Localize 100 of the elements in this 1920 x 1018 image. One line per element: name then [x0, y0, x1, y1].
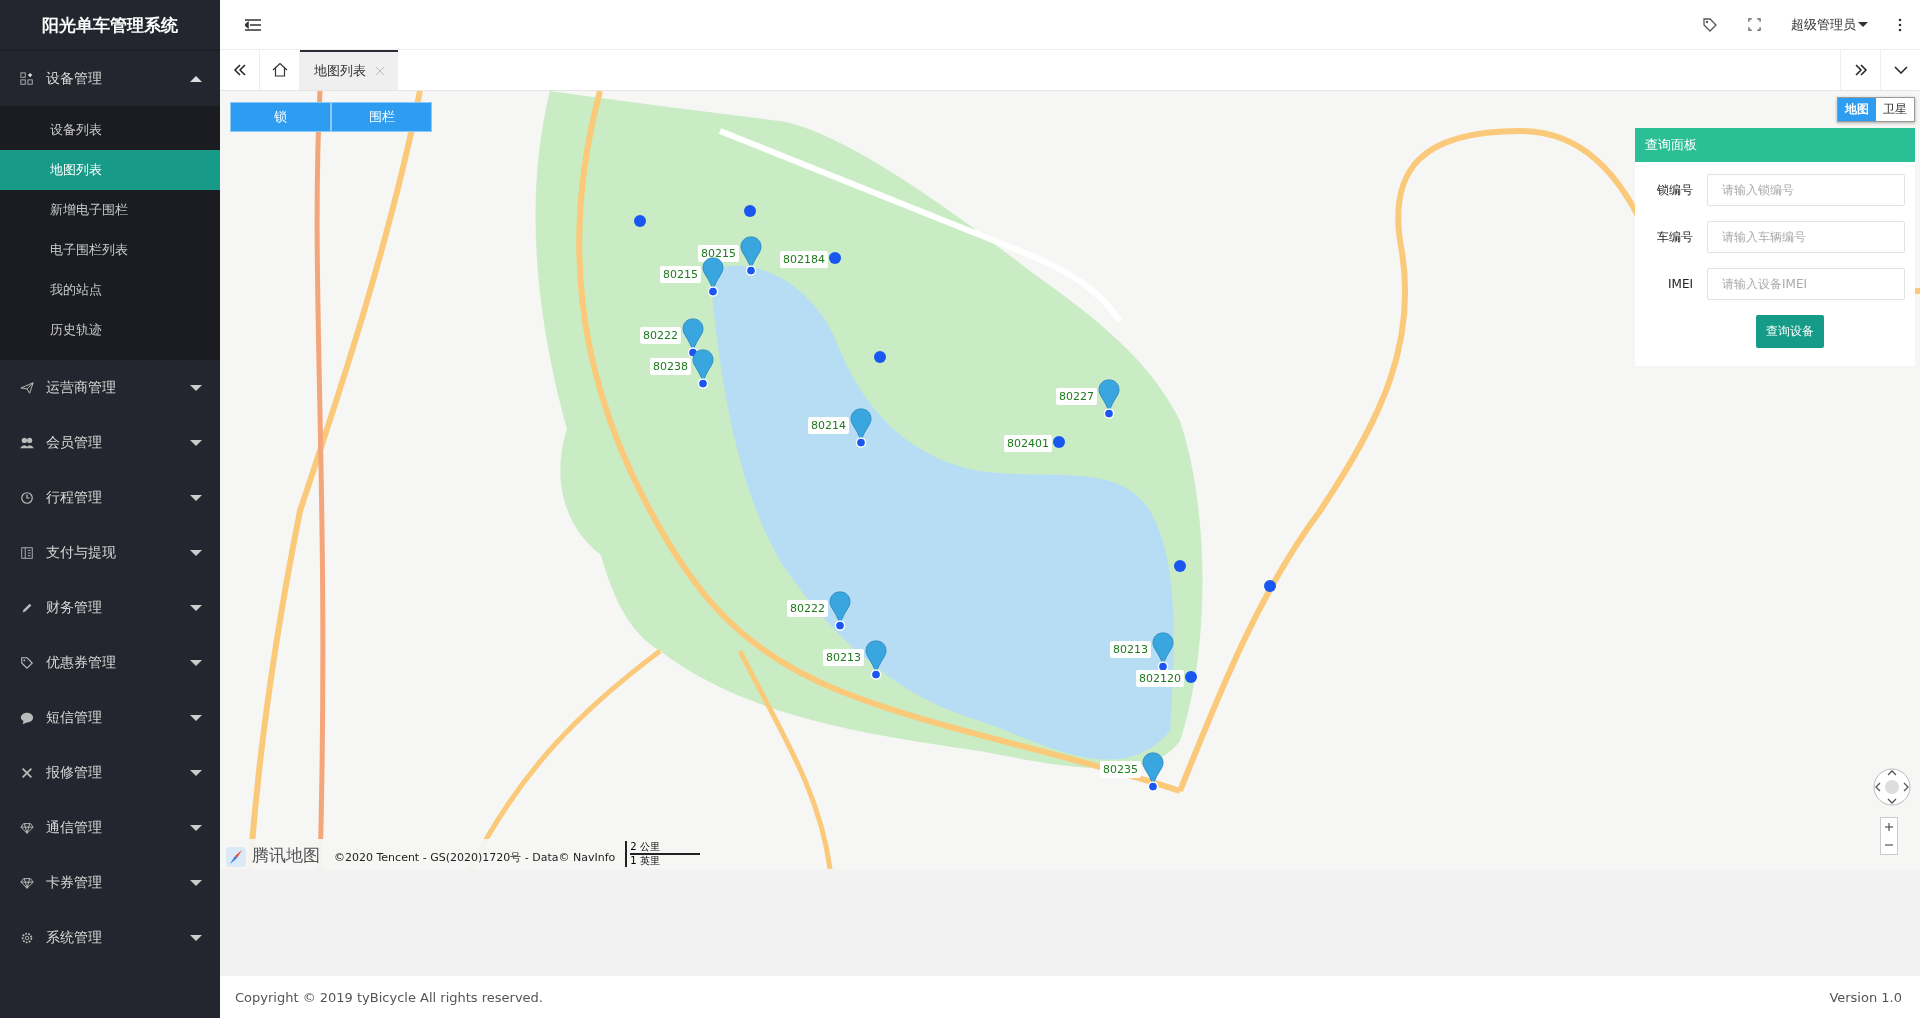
marker-label: 80235	[1100, 761, 1141, 778]
menu-icon[interactable]	[245, 18, 261, 31]
users-icon	[20, 435, 34, 450]
clock-icon	[20, 490, 34, 505]
map-pin-icon[interactable]	[1142, 752, 1164, 792]
compass-logo-icon	[226, 847, 246, 867]
caret-icon	[190, 439, 202, 446]
sidebar-group[interactable]: 短信管理	[0, 690, 220, 745]
sidebar-item[interactable]: 电子围栏列表	[0, 230, 220, 270]
map-type-option[interactable]: 卫星	[1876, 98, 1914, 121]
diamond-icon	[20, 875, 34, 890]
marker-label: 80213	[1110, 641, 1151, 658]
caret-icon	[1858, 22, 1868, 27]
caret-icon	[190, 769, 202, 776]
input-field[interactable]: 请输入车辆编号	[1707, 221, 1905, 253]
scale-label: 2 公里	[630, 841, 700, 855]
sidebar-group[interactable]: 会员管理	[0, 415, 220, 470]
map-pin-icon[interactable]	[829, 591, 851, 631]
location-dot-icon[interactable]	[1174, 560, 1186, 572]
map-pin-icon[interactable]	[1098, 379, 1120, 419]
diamond-icon	[20, 820, 34, 835]
sidebar-group[interactable]: 行程管理	[0, 470, 220, 525]
map-logo-text: 腾讯地图	[252, 844, 320, 867]
map-pin-icon[interactable]	[865, 640, 887, 680]
scale-label: 1 英里	[630, 855, 661, 867]
sidebar-group[interactable]: 卡券管理	[0, 855, 220, 910]
card-icon	[20, 545, 34, 560]
location-dot-icon[interactable]	[1053, 436, 1065, 448]
location-dot-icon[interactable]	[829, 252, 841, 264]
map-pin-icon[interactable]	[740, 236, 762, 276]
marker-label: 80227	[1056, 388, 1097, 405]
caret-icon	[190, 384, 202, 391]
marker-label: 80214	[808, 417, 849, 434]
paper-plane-icon	[20, 380, 34, 395]
home-icon	[271, 62, 288, 78]
page-tab[interactable]: 地图列表	[300, 50, 398, 90]
sidebar-group[interactable]: 优惠券管理	[0, 635, 220, 690]
caret-icon	[190, 714, 202, 721]
map-pin-icon[interactable]	[702, 257, 724, 297]
panel-title: 查询面板	[1635, 128, 1915, 162]
sidebar-group[interactable]: 设备管理	[0, 51, 220, 106]
sidebar-item[interactable]: 新增电子围栏	[0, 190, 220, 230]
sidebar-group[interactable]: 系统管理	[0, 910, 220, 965]
location-dot-icon[interactable]	[1264, 580, 1276, 592]
tag-icon	[20, 655, 34, 670]
field-label: 锁编号	[1656, 181, 1693, 199]
sidebar-group[interactable]: 财务管理	[0, 580, 220, 635]
caret-icon	[190, 934, 202, 941]
field-label: IMEI	[1667, 277, 1693, 291]
marker-label: 80222	[787, 600, 828, 617]
tag-icon[interactable]	[1702, 16, 1718, 33]
input-field[interactable]: 请输入锁编号	[1707, 174, 1905, 206]
gear-icon	[20, 930, 34, 945]
map-pin-icon[interactable]	[850, 408, 872, 448]
tab-label: 地图列表	[314, 62, 366, 80]
marker-label: 802120	[1136, 670, 1184, 687]
map-pin-icon[interactable]	[1152, 632, 1174, 672]
grid-icon	[20, 71, 34, 86]
sidebar-item[interactable]: 我的站点	[0, 270, 220, 310]
marker-label: 80238	[650, 358, 691, 375]
map-pin-icon[interactable]	[692, 349, 714, 389]
caret-icon	[190, 879, 202, 886]
sidebar-item[interactable]: 历史轨迹	[0, 310, 220, 350]
minus-icon	[1885, 841, 1893, 849]
location-dot-icon[interactable]	[634, 215, 646, 227]
sidebar-group[interactable]: 报修管理	[0, 745, 220, 800]
location-dot-icon[interactable]	[1185, 671, 1197, 683]
caret-icon	[190, 75, 202, 82]
sidebar-item[interactable]: 设备列表	[0, 110, 220, 150]
caret-icon	[190, 549, 202, 556]
caret-icon	[190, 494, 202, 501]
marker-label: 80213	[823, 649, 864, 666]
user-menu[interactable]: 超级管理员	[1791, 15, 1868, 34]
location-dot-icon[interactable]	[744, 205, 756, 217]
copyright-text: Copyright © 2019 tyBicycle All rights reserved.	[235, 989, 543, 1005]
fullscreen-icon[interactable]	[1748, 18, 1761, 31]
location-dot-icon[interactable]	[874, 351, 886, 363]
more-icon[interactable]	[1898, 17, 1902, 32]
chat-icon	[20, 710, 34, 725]
input-field[interactable]: 请输入设备IMEI	[1707, 268, 1905, 300]
sidebar-group[interactable]: 通信管理	[0, 800, 220, 855]
plus-icon	[1885, 823, 1893, 831]
sidebar-group[interactable]: 运营商管理	[0, 360, 220, 415]
double-chevron-left-icon	[232, 64, 247, 76]
caret-icon	[190, 659, 202, 666]
map-attribution: ©2020 Tencent - GS(2020)1720号 - Data© NavInfo	[334, 850, 616, 865]
marker-label: 802401	[1004, 435, 1052, 452]
sidebar-group[interactable]: 支付与提现	[0, 525, 220, 580]
tools-icon	[20, 765, 34, 780]
chevron-down-icon	[1893, 66, 1908, 74]
map-pin-icon[interactable]	[682, 318, 704, 358]
marker-label: 80222	[640, 327, 681, 344]
version-text: Version 1.0	[1829, 989, 1902, 1005]
sidebar-item[interactable]: 地图列表	[0, 150, 220, 190]
pan-arrows-icon	[1872, 767, 1912, 807]
caret-icon	[190, 824, 202, 831]
marker-label: 802184	[780, 251, 828, 268]
double-chevron-right-icon	[1853, 64, 1868, 76]
field-label: 车编号	[1656, 228, 1693, 246]
marker-label: 80215	[660, 266, 701, 283]
